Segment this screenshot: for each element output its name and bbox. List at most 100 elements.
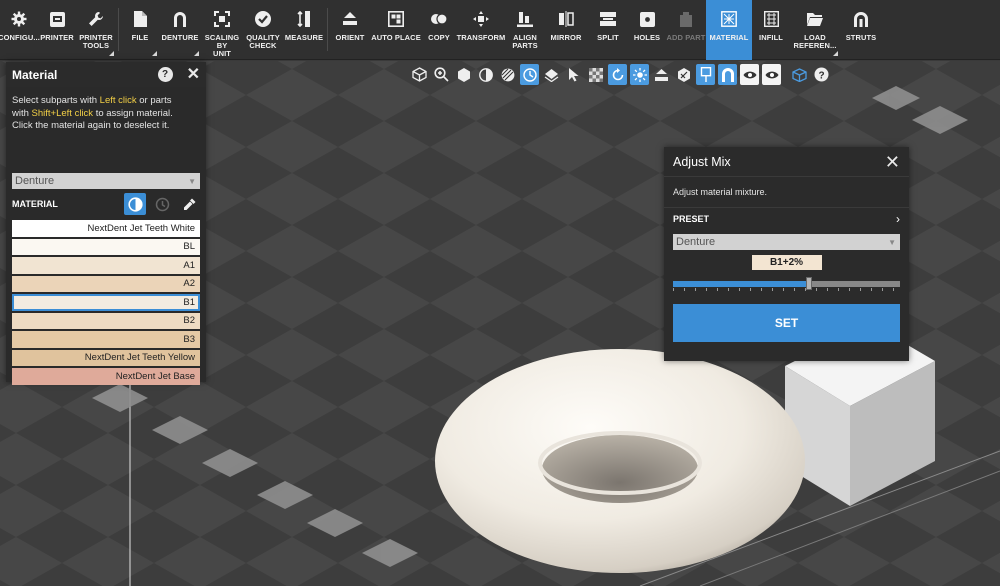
light-button[interactable] — [630, 64, 649, 85]
material-swatch[interactable]: NextDent Jet Base — [12, 368, 200, 385]
material-panel-title: Material — [12, 67, 58, 82]
material-swatch[interactable]: A1 — [12, 257, 200, 274]
material-button[interactable]: MATERIAL — [706, 0, 752, 60]
main-toolbar: CONFIGU... PRINTER PRINTER TOOLS FILE DE… — [0, 0, 1000, 60]
clock-icon — [522, 67, 537, 82]
toolbar-divider — [327, 8, 328, 51]
measure-button[interactable]: MEASURE — [283, 0, 325, 60]
pin-icon — [700, 67, 711, 82]
eyedropper-button[interactable] — [178, 193, 200, 215]
material-section-label: MATERIAL — [12, 199, 58, 209]
material-swatch[interactable]: BL — [12, 238, 200, 255]
sun-icon — [632, 67, 647, 82]
material-swatch[interactable]: NextDent Jet Teeth Yellow — [12, 349, 200, 366]
material-swatch[interactable]: A2 — [12, 275, 200, 292]
orient-button[interactable]: ORIENT — [330, 0, 370, 60]
show-eye-button[interactable] — [740, 64, 759, 85]
contrast-toggle-button[interactable] — [124, 193, 146, 215]
denture-button[interactable]: DENTURE — [159, 0, 201, 60]
shaded-view-button[interactable] — [476, 64, 495, 85]
zoom-icon — [434, 67, 449, 82]
material-set-dropdown[interactable]: Denture ▼ — [12, 173, 200, 189]
zoom-button[interactable] — [432, 64, 451, 85]
mirror-button[interactable]: MIRROR — [544, 0, 588, 60]
select-button[interactable] — [564, 64, 583, 85]
set-button[interactable]: SET — [673, 304, 900, 342]
check-icon — [252, 9, 274, 29]
material-swatch[interactable]: B3 — [12, 331, 200, 348]
arch-view-button[interactable] — [718, 64, 737, 85]
help-highlight: Left click — [99, 95, 137, 106]
file-button[interactable]: FILE — [121, 0, 159, 60]
slider-handle[interactable] — [806, 277, 813, 290]
stripes-view-button[interactable] — [498, 64, 517, 85]
printer-button[interactable]: PRINTER — [38, 0, 76, 60]
help-icon[interactable]: ? — [157, 67, 173, 82]
close-icon[interactable]: ✕ — [187, 66, 200, 83]
toolbar-divider — [118, 8, 119, 51]
submenu-corner — [152, 51, 157, 56]
material-name: NextDent Jet Teeth White — [87, 222, 195, 234]
supports-view-button[interactable] — [674, 64, 693, 85]
material-name: NextDent Jet Teeth Yellow — [84, 352, 195, 364]
scaling-by-unit-button[interactable]: SCALING BY UNIT — [201, 0, 243, 60]
clip-view-button[interactable] — [790, 64, 809, 85]
auto-place-button[interactable]: AUTO PLACE — [370, 0, 422, 60]
view-cube-button[interactable] — [410, 64, 429, 85]
help-text: Select subparts with — [12, 95, 100, 106]
layers-view-button[interactable] — [542, 64, 561, 85]
adjust-mix-dialog: Adjust Mix ✕ Adjust material mixture. PR… — [664, 147, 909, 361]
history-button[interactable] — [151, 193, 173, 215]
denture-icon — [721, 68, 734, 82]
chevron-down-icon: ▼ — [188, 176, 196, 186]
eyedropper-icon — [183, 198, 195, 210]
add-part-button[interactable]: ADD PART — [666, 0, 706, 60]
material-name: B1 — [183, 296, 195, 308]
transform-icon — [470, 9, 492, 29]
help-button[interactable]: ? — [812, 64, 831, 85]
printer-tools-button[interactable]: PRINTER TOOLS — [76, 0, 116, 60]
eye-icon — [743, 71, 756, 78]
material-swatch[interactable]: B1 — [12, 294, 200, 311]
configure-button[interactable]: CONFIGU... — [0, 0, 40, 60]
contrast-icon — [127, 196, 143, 212]
load-reference-button[interactable]: LOAD REFEREN... — [790, 0, 840, 60]
holes-button[interactable]: HOLES — [628, 0, 666, 60]
folder-icon — [804, 9, 826, 29]
struts-button[interactable]: STRUTS — [840, 0, 882, 60]
struts-icon — [850, 9, 872, 29]
material-swatch[interactable]: B2 — [12, 312, 200, 329]
clock-view-button[interactable] — [520, 64, 539, 85]
rotate-button[interactable] — [608, 64, 627, 85]
material-name: A2 — [183, 278, 195, 290]
supports-icon — [677, 67, 690, 82]
split-button[interactable]: SPLIT — [588, 0, 628, 60]
checker-view-button[interactable] — [586, 64, 605, 85]
scale-icon — [211, 9, 233, 29]
hexagon-icon — [457, 67, 470, 82]
stripes-icon — [501, 68, 514, 81]
layers-icon — [544, 68, 559, 82]
copy-icon — [428, 9, 450, 29]
transform-button[interactable]: TRANSFORM — [456, 0, 506, 60]
chevron-down-icon: ▼ — [888, 237, 896, 247]
platform-button[interactable] — [652, 64, 671, 85]
preset-dropdown[interactable]: Denture ▼ — [673, 234, 900, 250]
solid-view-button[interactable] — [454, 64, 473, 85]
pin-button[interactable] — [696, 64, 715, 85]
adjust-mix-header: Adjust Mix ✕ — [664, 147, 909, 177]
file-icon — [129, 9, 151, 29]
mix-slider[interactable] — [673, 277, 900, 291]
torus-model — [435, 349, 805, 573]
material-swatch[interactable]: NextDent Jet Teeth White — [12, 220, 200, 237]
close-icon[interactable]: ✕ — [885, 153, 900, 171]
infill-button[interactable]: INFILL — [752, 0, 790, 60]
preset-header[interactable]: PRESET › — [664, 207, 909, 229]
history-icon — [155, 197, 169, 211]
hide-eye-button[interactable] — [762, 64, 781, 85]
quality-check-button[interactable]: QUALITY CHECK — [243, 0, 283, 60]
material-name: B2 — [183, 315, 195, 327]
copy-button[interactable]: COPY — [422, 0, 456, 60]
view-toolbar: ? — [410, 64, 831, 86]
align-parts-button[interactable]: ALIGN PARTS — [506, 0, 544, 60]
